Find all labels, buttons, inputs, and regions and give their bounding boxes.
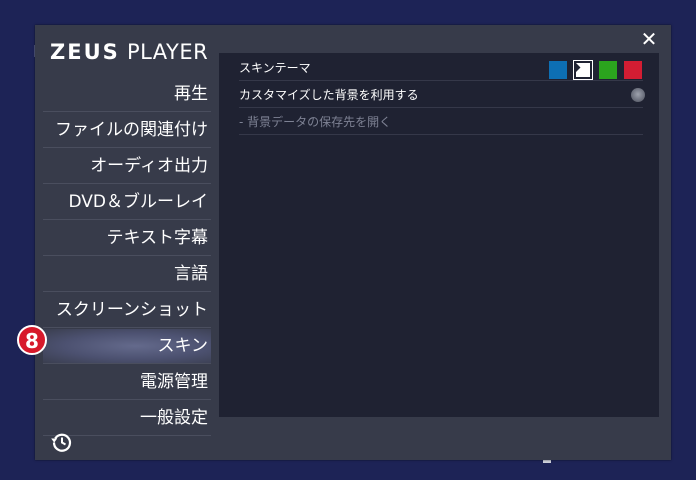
theme-swatch-green[interactable] [599,61,617,79]
sidebar-item-label: テキスト字幕 [106,228,209,248]
open-background-folder-label: - 背景データの保存先を開く [239,115,392,129]
sidebar-item-language[interactable]: 言語 [43,257,211,292]
custom-background-row: カスタマイズした背景を利用する [239,83,645,108]
sidebar-item-label: ファイルの関連付け [55,120,208,140]
sidebar-item-label: オーディオ出力 [90,156,208,176]
settings-content-panel: スキンテーマ カスタマイズした背景を利用する - 背景データの保存先を開く [219,53,659,417]
sidebar-item-power-management[interactable]: 電源管理 [43,365,211,400]
app-logo: ZEUS PLAYER [50,40,208,64]
logo-brand: ZEUS [50,40,120,64]
sidebar-item-label: DVD＆ブルーレイ [68,192,208,212]
sidebar-item-audio-output[interactable]: オーディオ出力 [43,149,211,184]
sidebar-item-label: スキン [157,336,209,356]
sidebar-item-skin[interactable]: スキン [43,329,211,364]
step-number-badge: 8 [17,325,47,355]
open-background-folder-link[interactable]: - 背景データの保存先を開く [239,110,643,135]
close-button[interactable]: ✕ [640,27,658,51]
sidebar-item-label: 再生 [174,84,208,104]
logo-suffix: PLAYER [126,40,209,64]
sidebar-item-dvd-bluray[interactable]: DVD＆ブルーレイ [43,185,211,220]
theme-swatch-red[interactable] [624,61,642,79]
custom-background-toggle[interactable] [631,88,645,102]
sidebar-item-text-subtitles[interactable]: テキスト字幕 [43,221,211,256]
close-icon: ✕ [640,27,658,51]
history-icon[interactable] [50,430,74,454]
sidebar-item-label: 電源管理 [140,372,208,392]
sidebar-item-playback[interactable]: 再生 [43,77,211,112]
sidebar-item-label: スクリーンショット [55,300,208,320]
sidebar-item-label: 一般設定 [140,408,208,428]
skin-theme-label: スキンテーマ [239,61,311,75]
skin-theme-row: スキンテーマ [239,56,643,81]
theme-swatch-blue[interactable] [549,61,567,79]
theme-swatch-white[interactable] [573,60,593,80]
sidebar-item-label: 言語 [174,264,208,284]
custom-background-label: カスタマイズした背景を利用する [239,88,419,102]
sidebar-item-file-association[interactable]: ファイルの関連付け [43,113,211,148]
settings-sidebar: 再生 ファイルの関連付け オーディオ出力 DVD＆ブルーレイ テキスト字幕 言語… [43,77,211,437]
sidebar-item-screenshot[interactable]: スクリーンショット [43,293,211,328]
background-taskbar-fragment [543,460,551,463]
settings-window: ✕ ZEUS PLAYER 再生 ファイルの関連付け オーディオ出力 DVD＆ブ… [35,25,671,460]
